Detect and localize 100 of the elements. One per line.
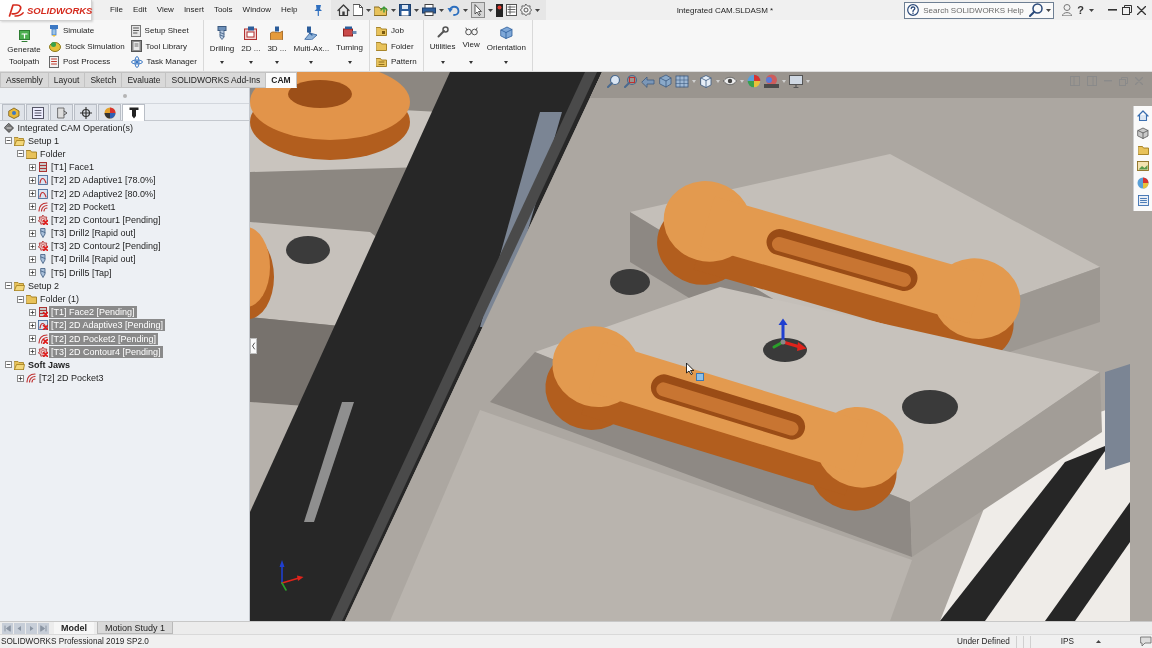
expand-icon[interactable] xyxy=(17,374,24,382)
collapse-icon[interactable] xyxy=(5,282,12,290)
new-document-icon[interactable] xyxy=(352,4,363,16)
tree-item[interactable]: Setup 2 xyxy=(26,279,62,292)
expand-icon[interactable] xyxy=(29,269,36,277)
search-icon[interactable] xyxy=(1029,3,1044,17)
expand-icon[interactable] xyxy=(29,255,36,263)
caret-icon[interactable] xyxy=(1089,8,1094,12)
ribbon-button[interactable]: Folder xyxy=(372,39,420,53)
menu-item[interactable]: Tools xyxy=(213,4,233,16)
tree-item[interactable]: [T1] Face1 xyxy=(49,161,97,174)
list-icon[interactable] xyxy=(1137,195,1149,206)
ribbon-button[interactable]: Job xyxy=(372,24,420,38)
caret-up-icon[interactable] xyxy=(1096,640,1101,643)
tab[interactable]: Assembly xyxy=(0,72,49,88)
search-field[interactable]: Search SOLIDWORKS Help xyxy=(904,1,1055,19)
panel-tab[interactable] xyxy=(26,104,49,120)
caret-icon[interactable] xyxy=(534,8,540,12)
tab[interactable]: Evaluate xyxy=(122,72,167,88)
save-icon[interactable] xyxy=(398,4,411,16)
ribbon-button[interactable]: Generate Toolpath xyxy=(2,20,46,71)
tab[interactable]: Sketch xyxy=(85,72,123,88)
menu-item[interactable]: Edit xyxy=(132,4,147,16)
expand-icon[interactable] xyxy=(29,229,36,237)
open-folder-icon[interactable] xyxy=(373,4,388,16)
tab[interactable]: Model xyxy=(54,622,94,634)
close-icon[interactable] xyxy=(1137,5,1146,15)
home-icon[interactable] xyxy=(336,4,350,16)
caret-icon[interactable] xyxy=(275,61,279,64)
help-button[interactable]: ? xyxy=(1077,3,1084,17)
menu-item[interactable]: Help xyxy=(281,4,298,16)
tree-item[interactable]: [T2] 2D Contour1 [Pending] xyxy=(49,213,163,226)
ribbon-button[interactable]: 3D ... xyxy=(264,20,290,71)
print-icon[interactable] xyxy=(421,4,436,16)
zoom-icon[interactable] xyxy=(607,74,621,88)
ribbon-button[interactable]: Tool Library xyxy=(127,39,200,53)
tab[interactable]: SOLIDWORKS Add-Ins xyxy=(166,72,267,88)
tree-item[interactable]: [T3] 2D Contour2 [Pending] xyxy=(49,240,163,253)
tree-item[interactable]: Folder xyxy=(38,147,68,160)
caret-icon[interactable] xyxy=(309,61,314,64)
caret-icon[interactable] xyxy=(220,61,225,64)
image-icon[interactable] xyxy=(1137,161,1149,171)
minimize-icon[interactable] xyxy=(1108,9,1117,11)
expand-icon[interactable] xyxy=(29,203,36,211)
ribbon-button[interactable]: 2D ... xyxy=(238,20,264,71)
expand-icon[interactable] xyxy=(29,348,36,356)
tab[interactable]: Layout xyxy=(48,72,86,88)
caret-icon[interactable] xyxy=(487,8,493,12)
eye-icon[interactable] xyxy=(723,76,737,86)
app-logo[interactable]: SOLIDWORKS xyxy=(0,0,92,21)
caret-icon[interactable] xyxy=(413,8,419,12)
tree-item[interactable]: [T4] Drill4 [Rapid out] xyxy=(49,253,138,266)
tab[interactable]: CAM xyxy=(266,72,297,88)
grip-dot-icon[interactable] xyxy=(122,93,127,98)
caret-icon[interactable] xyxy=(347,61,352,64)
caret-icon[interactable] xyxy=(440,61,445,64)
collapse-icon[interactable] xyxy=(17,295,24,303)
expand-icon[interactable] xyxy=(29,335,36,343)
units-selector[interactable]: IPS xyxy=(1060,637,1074,646)
ribbon-button[interactable]: Orientation xyxy=(483,20,529,71)
ribbon-button[interactable]: Turning xyxy=(333,20,366,71)
expand-icon[interactable] xyxy=(29,176,36,184)
folder-icon[interactable] xyxy=(1137,145,1149,155)
panel-tab[interactable] xyxy=(74,104,97,120)
expand-icon[interactable] xyxy=(29,242,36,250)
cube-icon[interactable] xyxy=(1137,127,1149,139)
sphere-icon[interactable] xyxy=(747,74,761,88)
menu-item[interactable]: Window xyxy=(242,4,272,16)
menu-item[interactable]: Insert xyxy=(183,4,204,16)
user-icon[interactable] xyxy=(1062,4,1073,16)
monitor-icon[interactable] xyxy=(789,74,803,88)
expand-icon[interactable] xyxy=(29,308,36,316)
tab[interactable]: Motion Study 1 xyxy=(97,622,174,634)
collapse-icon[interactable] xyxy=(5,137,12,145)
ribbon-button[interactable]: Stock Simulation xyxy=(46,39,128,53)
table-icon[interactable] xyxy=(505,4,517,16)
caret-icon[interactable] xyxy=(390,8,396,12)
collapse-icon[interactable] xyxy=(17,150,24,158)
restore-icon[interactable] xyxy=(1122,5,1132,15)
speech-bubble-icon[interactable] xyxy=(1140,636,1152,647)
expand-icon[interactable] xyxy=(29,190,36,198)
tree-item[interactable]: Soft Jaws xyxy=(26,358,72,371)
ribbon-button[interactable]: Setup Sheet xyxy=(127,24,200,38)
ribbon-button[interactable]: View xyxy=(459,20,483,71)
ribbon-button[interactable]: Task Manager xyxy=(127,55,200,69)
ribbon-button[interactable]: Simulate xyxy=(46,24,128,38)
tree-item[interactable]: Integrated CAM Operation(s) xyxy=(15,121,136,134)
tree-item[interactable]: [T2] 2D Adaptive2 [80.0%] xyxy=(49,187,158,200)
expand-icon[interactable] xyxy=(29,163,36,171)
tree-item[interactable]: [T5] Drill5 [Tap] xyxy=(49,266,114,279)
tree-item[interactable]: [T2] 2D Pocket1 xyxy=(49,200,118,213)
settings-icon[interactable] xyxy=(519,4,532,16)
home-icon[interactable] xyxy=(1137,110,1149,121)
undo-icon[interactable] xyxy=(446,4,460,16)
spheres-on-floor-icon[interactable] xyxy=(764,74,779,88)
cube-icon[interactable] xyxy=(699,74,713,88)
ribbon-button[interactable]: Multi-Ax... xyxy=(290,20,333,71)
tree-item[interactable]: Folder (1) xyxy=(38,293,81,306)
caret-icon[interactable] xyxy=(365,8,371,12)
pin-icon[interactable] xyxy=(312,4,323,16)
